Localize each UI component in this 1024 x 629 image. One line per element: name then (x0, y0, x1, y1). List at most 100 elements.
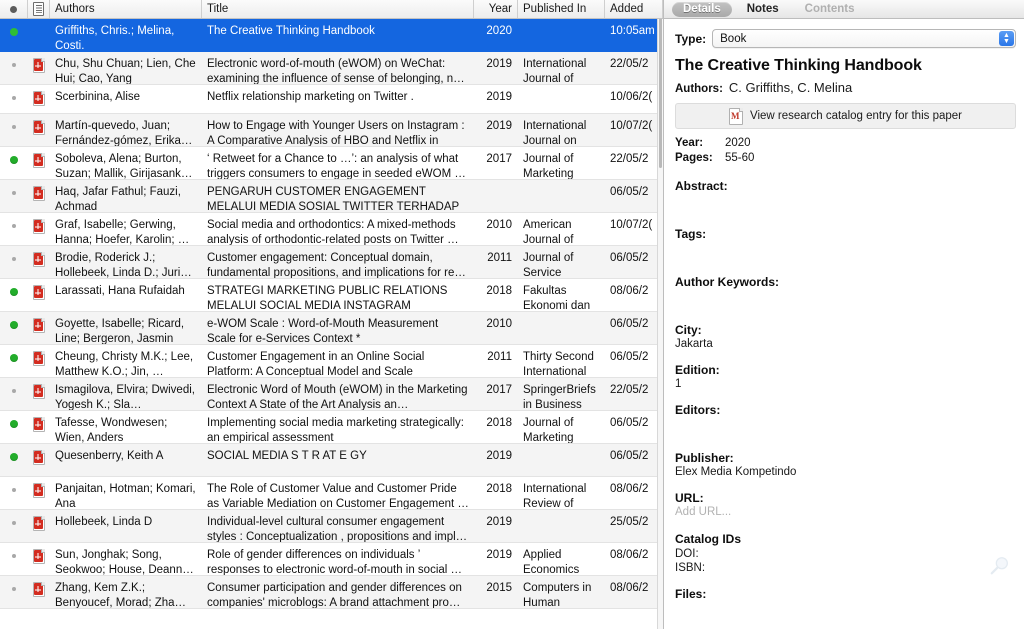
row-document-cell[interactable] (28, 312, 50, 333)
row-document-cell[interactable] (28, 180, 50, 201)
read-dot-icon (12, 488, 16, 492)
row-document-cell[interactable] (28, 114, 50, 135)
table-row[interactable]: Larassati, Hana Rufaidah STRATEGI MARKETI… (0, 279, 663, 312)
doi-label[interactable]: DOI: (675, 548, 1016, 560)
row-status-cell[interactable] (0, 510, 28, 525)
row-document-cell[interactable] (28, 147, 50, 168)
row-document-cell[interactable] (28, 213, 50, 234)
row-document-cell[interactable] (28, 444, 50, 465)
abstract-value[interactable] (675, 194, 1016, 214)
column-header-title[interactable]: Title (202, 0, 474, 18)
row-year: 2018 (486, 483, 512, 495)
tags-value[interactable] (675, 242, 1016, 262)
row-status-cell[interactable] (0, 213, 28, 228)
row-status-cell[interactable] (0, 114, 28, 129)
table-row[interactable]: Martín-quevedo, Juan; Fernández-gómez, E… (0, 114, 663, 147)
row-status-cell[interactable] (0, 477, 28, 492)
table-row[interactable]: Brodie, Roderick J.; Hollebeek, Linda D.… (0, 246, 663, 279)
column-header-document[interactable] (28, 0, 50, 18)
tab-details[interactable]: Details (672, 1, 732, 17)
table-row[interactable]: Chu, Shu Chuan; Lien, Che Hui; Cao, Yang… (0, 52, 663, 85)
row-status-cell[interactable] (0, 279, 28, 296)
row-year: 2018 (486, 417, 512, 429)
tags-label: Tags: (675, 227, 707, 241)
view-research-catalog-button[interactable]: M View research catalog entry for this p… (675, 103, 1016, 129)
row-document-cell[interactable] (28, 279, 50, 300)
row-document-cell[interactable] (28, 576, 50, 597)
table-row[interactable]: Haq, Jafar Fathul; Fauzi, Achmad PENGARUH… (0, 180, 663, 213)
pdf-file-icon (33, 120, 45, 135)
row-title: Netflix relationship marketing on Twitte… (207, 91, 414, 103)
row-year: 2010 (486, 219, 512, 231)
row-published-in (518, 312, 605, 321)
row-status-cell[interactable] (0, 312, 28, 329)
read-dot-icon (12, 96, 16, 100)
row-status-cell[interactable] (0, 411, 28, 428)
pages-value[interactable]: 55-60 (725, 151, 754, 166)
column-header-authors[interactable]: Authors (50, 0, 202, 18)
row-document-cell[interactable] (28, 477, 50, 498)
row-status-cell[interactable] (0, 85, 28, 100)
row-document-cell[interactable] (28, 52, 50, 73)
row-document-cell[interactable] (28, 19, 50, 25)
page-title: The Creative Thinking Handbook (675, 57, 922, 74)
pdf-file-icon (33, 58, 45, 73)
row-document-cell[interactable] (28, 378, 50, 399)
row-status-cell[interactable] (0, 543, 28, 558)
row-authors: Griffiths, Chris.; Melina, Costi. (55, 25, 175, 52)
row-status-cell[interactable] (0, 345, 28, 362)
table-row[interactable]: Griffiths, Chris.; Melina, Costi. The Cre… (0, 19, 663, 52)
row-status-cell[interactable] (0, 147, 28, 164)
column-header-status[interactable] (0, 0, 28, 18)
row-status-cell[interactable] (0, 444, 28, 461)
row-added: 08/06/2 (610, 285, 649, 297)
row-document-cell[interactable] (28, 345, 50, 366)
isbn-label[interactable]: ISBN: (675, 562, 1016, 574)
table-row[interactable]: Quesenberry, Keith A SOCIAL MEDIA S T R A… (0, 444, 663, 477)
table-row[interactable]: Ismagilova, Elvira; Dwivedi, Yogesh K.; … (0, 378, 663, 411)
table-row[interactable]: Panjaitan, Hotman; Komari, Ana The Role o… (0, 477, 663, 510)
year-value[interactable]: 2020 (725, 136, 751, 151)
row-published-in (518, 444, 605, 453)
table-row[interactable]: Graf, Isabelle; Gerwing, Hanna; Hoefer, … (0, 213, 663, 246)
url-input[interactable]: Add URL... (675, 506, 1016, 518)
table-row[interactable]: Scerbinina, Alise Netflix relationship ma… (0, 85, 663, 114)
row-title: The Role of Customer Value and Customer … (207, 483, 469, 510)
editors-value[interactable] (675, 418, 1016, 438)
scrollbar-thumb[interactable] (659, 18, 662, 168)
table-row[interactable]: Sun, Jonghak; Song, Seokwoo; House, Dean… (0, 543, 663, 576)
column-header-published-in[interactable]: Published In (518, 0, 605, 18)
table-row[interactable]: Cheung, Christy M.K.; Lee, Matthew K.O.;… (0, 345, 663, 378)
publisher-value[interactable]: Elex Media Kompetindo (675, 466, 1016, 478)
row-status-cell[interactable] (0, 52, 28, 67)
row-status-cell[interactable] (0, 180, 28, 195)
table-row[interactable]: Soboleva, Alena; Burton, Suzan; Mallik, … (0, 147, 663, 180)
row-status-cell[interactable] (0, 576, 28, 591)
row-document-cell[interactable] (28, 85, 50, 106)
chevron-updown-icon[interactable]: ▲ ▼ (999, 31, 1014, 46)
author-keywords-value[interactable] (675, 290, 1016, 310)
row-document-cell[interactable] (28, 411, 50, 432)
city-value[interactable]: Jakarta (675, 338, 1016, 350)
files-label: Files: (675, 587, 707, 601)
authors-value[interactable]: C. Griffiths, C. Melina (729, 80, 852, 95)
row-document-cell[interactable] (28, 510, 50, 531)
unread-dot-icon (10, 420, 18, 428)
row-title: ‘ Retweet for a Chance to …’: an analysi… (207, 153, 466, 180)
row-document-cell[interactable] (28, 543, 50, 564)
table-row[interactable]: Zhang, Kem Z.K.; Benyoucef, Morad; Zha… C… (0, 576, 663, 609)
tab-notes[interactable]: Notes (736, 2, 790, 17)
table-row[interactable]: Hollebeek, Linda D Individual-level cultu… (0, 510, 663, 543)
type-select[interactable]: Book ▲ ▼ (712, 29, 1016, 48)
row-status-cell[interactable] (0, 19, 28, 36)
row-document-cell[interactable] (28, 246, 50, 267)
column-header-year[interactable]: Year (474, 0, 518, 18)
row-status-cell[interactable] (0, 378, 28, 393)
edition-value[interactable]: 1 (675, 378, 1016, 390)
table-row[interactable]: Goyette, Isabelle; Ricard, Line; Bergero… (0, 312, 663, 345)
table-row[interactable]: Tafesse, Wondwesen; Wien, Anders Implemen… (0, 411, 663, 444)
column-header-added[interactable]: Added (605, 0, 663, 18)
row-title: How to Engage with Younger Users on Inst… (207, 120, 465, 147)
row-title: STRATEGI MARKETING PUBLIC RELATIONS MELA… (207, 285, 448, 312)
row-status-cell[interactable] (0, 246, 28, 261)
